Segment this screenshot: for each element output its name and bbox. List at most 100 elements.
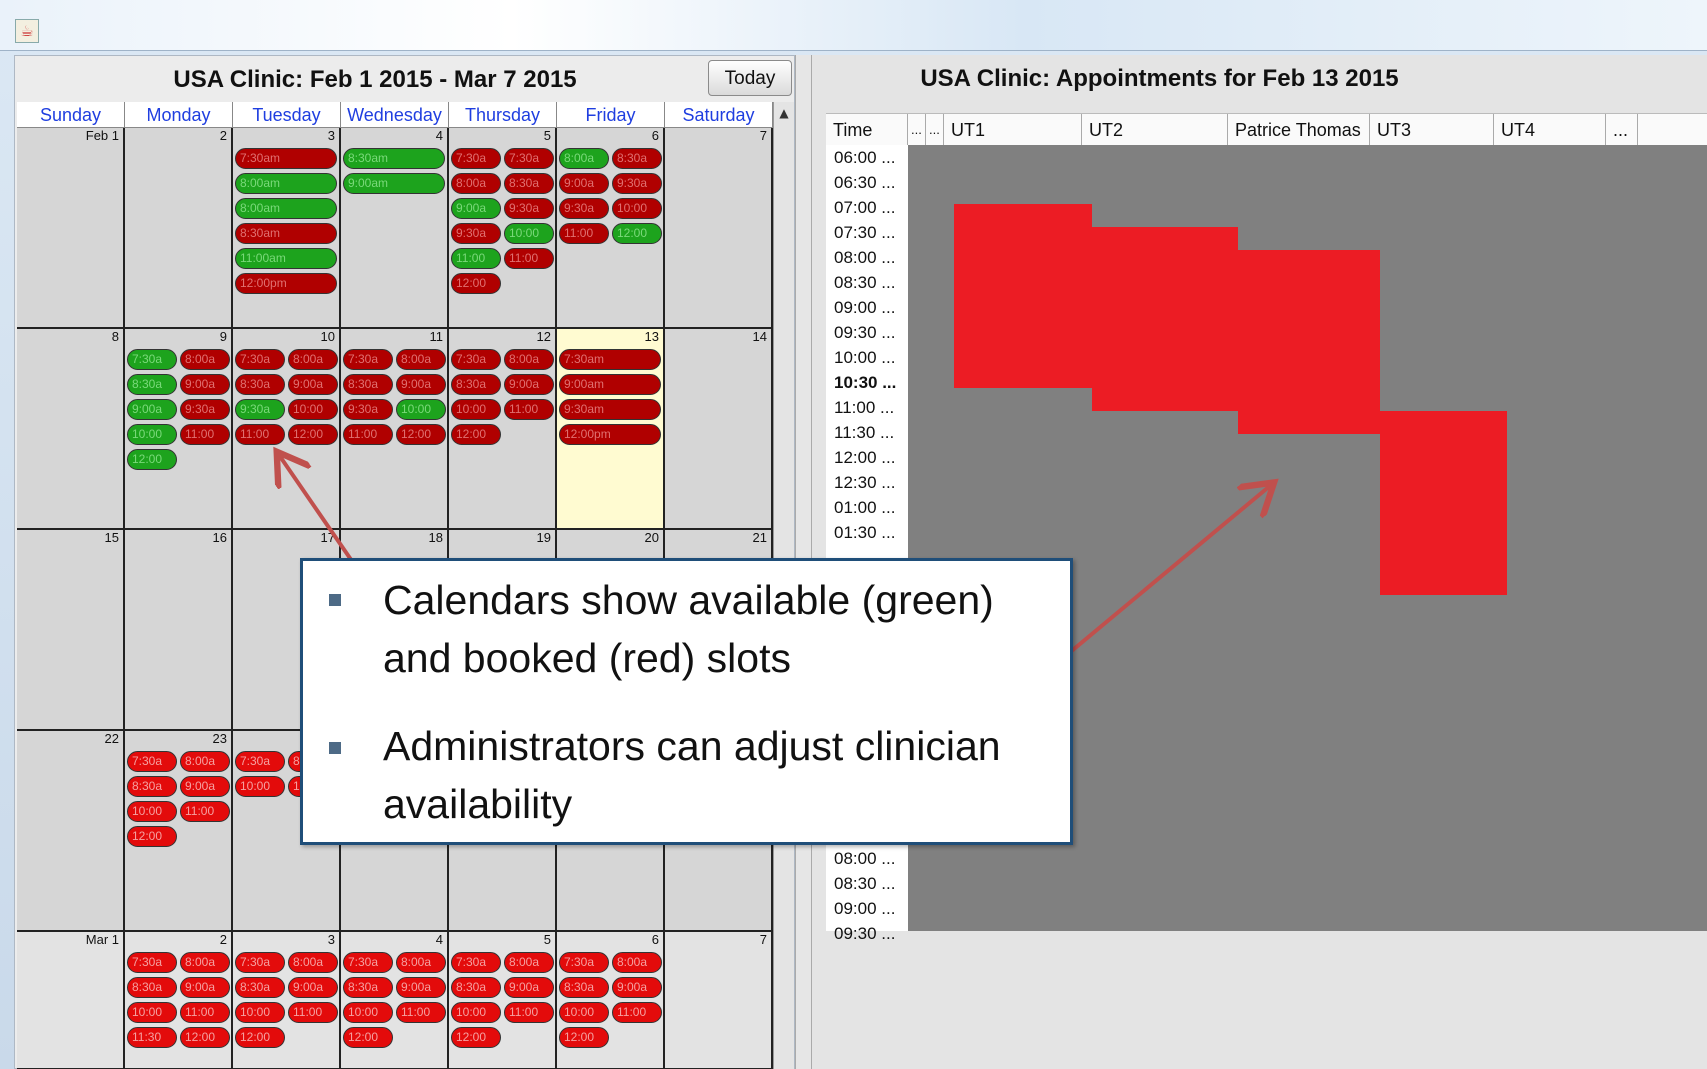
calendar-day-cell[interactable]: 3 7:30a 8:00a 8:30a 9:00a 10:00 11:00 12:00 [233, 932, 341, 1069]
calendar-day-cell[interactable]: 4 7:30a 8:00a 8:30a 9:00a 10:00 11:00 12:00 [341, 932, 449, 1069]
booked-slot[interactable]: 7:30a [235, 952, 285, 973]
booked-slot[interactable]: 7:30a [504, 148, 554, 169]
calendar-day-cell[interactable]: 8 [17, 329, 125, 530]
available-slot[interactable]: 11:00 [451, 248, 501, 269]
calendar-day-cell[interactable]: 2 7:30a 8:00a 8:30a 9:00a 10:00 11:00 11:30 12:0… [125, 932, 233, 1069]
booked-slot[interactable]: 8:30a [127, 776, 177, 797]
booked-slot[interactable]: 10:00 [343, 1002, 393, 1023]
column-header[interactable]: Time [826, 114, 908, 146]
available-slot[interactable]: 8:30a [127, 374, 177, 395]
booked-slot[interactable]: 9:00a [288, 374, 338, 395]
booked-slot[interactable]: 9:30am [559, 399, 661, 420]
booked-slot[interactable]: 8:30am [235, 223, 337, 244]
booked-slot[interactable]: 9:00a [288, 977, 338, 998]
calendar-day-cell[interactable]: 16 [125, 530, 233, 731]
booked-slot[interactable]: 8:00a [180, 751, 230, 772]
available-slot[interactable]: 11:00am [235, 248, 337, 269]
booked-slot[interactable]: 12:00 [451, 273, 501, 294]
calendar-day-cell[interactable]: 15 [17, 530, 125, 731]
calendar-day-cell[interactable]: 7 [665, 128, 773, 329]
booked-slot[interactable]: 7:30a [451, 148, 501, 169]
booked-slot[interactable]: 11:00 [180, 801, 230, 822]
booked-slot[interactable]: 9:00a [180, 776, 230, 797]
booked-slot[interactable]: 8:00a [612, 952, 662, 973]
calendar-day-cell[interactable]: 2 [125, 128, 233, 329]
available-slot[interactable]: 10:00 [127, 424, 177, 445]
available-slot[interactable]: 10:00 [396, 399, 446, 420]
calendar-day-cell[interactable]: 12 7:30a 8:00a 8:30a 9:00a 10:00 11:00 12:00 [449, 329, 557, 530]
booked-slot[interactable]: 12:00 [127, 826, 177, 847]
booked-slot[interactable]: 11:00 [559, 223, 609, 244]
booked-slot[interactable]: 11:00 [396, 1002, 446, 1023]
booked-slot[interactable]: 12:00 [559, 1027, 609, 1048]
booked-slot[interactable]: 9:00a [504, 977, 554, 998]
appointment-block[interactable] [1380, 411, 1507, 595]
java-app-icon[interactable]: ☕ [15, 19, 39, 43]
booked-slot[interactable]: 12:00 [396, 424, 446, 445]
calendar-day-cell[interactable]: 4 8:30am 9:00am [341, 128, 449, 329]
appointment-block[interactable] [1238, 250, 1380, 434]
booked-slot[interactable]: 8:00a [504, 349, 554, 370]
booked-slot[interactable]: 12:00pm [559, 424, 661, 445]
available-slot[interactable]: 9:30a [235, 399, 285, 420]
booked-slot[interactable]: 9:30a [612, 173, 662, 194]
booked-slot[interactable]: 11:00 [504, 399, 554, 420]
column-header[interactable]: Patrice Thomas [1228, 114, 1370, 146]
booked-slot[interactable]: 12:00 [235, 1027, 285, 1048]
booked-slot[interactable]: 10:00 [451, 399, 501, 420]
booked-slot[interactable]: 9:00a [180, 374, 230, 395]
booked-slot[interactable]: 8:30a [343, 977, 393, 998]
column-header[interactable]: UT3 [1370, 114, 1494, 146]
available-slot[interactable]: 8:30am [343, 148, 445, 169]
booked-slot[interactable]: 9:00a [396, 977, 446, 998]
booked-slot[interactable]: 8:00a [451, 173, 501, 194]
booked-slot[interactable]: 9:00a [559, 173, 609, 194]
booked-slot[interactable]: 10:00 [127, 1002, 177, 1023]
booked-slot[interactable]: 7:30a [451, 349, 501, 370]
booked-slot[interactable]: 10:00 [451, 1002, 501, 1023]
available-slot[interactable]: 12:00 [127, 449, 177, 470]
booked-slot[interactable]: 7:30a [235, 349, 285, 370]
column-header[interactable]: ... [926, 114, 944, 146]
calendar-day-cell[interactable]: Feb 1 [17, 128, 125, 329]
booked-slot[interactable]: 10:00 [235, 776, 285, 797]
booked-slot[interactable]: 8:00a [288, 952, 338, 973]
booked-slot[interactable]: 8:00a [504, 952, 554, 973]
calendar-day-cell[interactable]: 7 [665, 932, 773, 1069]
calendar-day-cell[interactable]: 6 7:30a 8:00a 8:30a 9:00a 10:00 11:00 12:00 [557, 932, 665, 1069]
booked-slot[interactable]: 9:00am [559, 374, 661, 395]
booked-slot[interactable]: 7:30a [343, 952, 393, 973]
today-button[interactable]: Today [708, 60, 792, 96]
booked-slot[interactable]: 8:30a [235, 374, 285, 395]
booked-slot[interactable]: 8:30a [235, 977, 285, 998]
booked-slot[interactable]: 9:00a [504, 374, 554, 395]
booked-slot[interactable]: 7:30a [451, 952, 501, 973]
calendar-day-cell[interactable]: 13 7:30am 9:00am 9:30am 12:00pm [557, 329, 665, 530]
booked-slot[interactable]: 10:00 [612, 198, 662, 219]
booked-slot[interactable]: 10:00 [127, 801, 177, 822]
column-header[interactable]: UT1 [944, 114, 1082, 146]
calendar-day-cell[interactable]: 5 7:30a 8:00a 8:30a 9:00a 10:00 11:00 12:00 [449, 932, 557, 1069]
calendar-day-cell[interactable]: 9 7:30a 8:00a 8:30a 9:00a 9:00a 9:30a 10:00 11:0… [125, 329, 233, 530]
calendar-day-cell[interactable]: 14 [665, 329, 773, 530]
calendar-day-cell[interactable]: 22 [17, 731, 125, 932]
booked-slot[interactable]: 8:30a [127, 977, 177, 998]
booked-slot[interactable]: 7:30a [559, 952, 609, 973]
column-header[interactable]: ... [1606, 114, 1638, 146]
booked-slot[interactable]: 12:00 [451, 424, 501, 445]
calendar-day-cell[interactable]: Mar 1 [17, 932, 125, 1069]
booked-slot[interactable]: 8:00a [288, 349, 338, 370]
booked-slot[interactable]: 11:00 [612, 1002, 662, 1023]
booked-slot[interactable]: 11:00 [235, 424, 285, 445]
calendar-day-cell[interactable]: 23 7:30a 8:00a 8:30a 9:00a 10:00 11:00 12:00 [125, 731, 233, 932]
booked-slot[interactable]: 8:00a [396, 952, 446, 973]
calendar-day-cell[interactable]: 10 7:30a 8:00a 8:30a 9:00a 9:30a 10:00 11:00 12:… [233, 329, 341, 530]
column-header[interactable]: UT2 [1082, 114, 1228, 146]
calendar-day-cell[interactable]: 3 7:30am 8:00am 8:00am 8:30am 11:00am 12:00pm [233, 128, 341, 329]
booked-slot[interactable]: 8:00a [180, 952, 230, 973]
available-slot[interactable]: 9:00am [343, 173, 445, 194]
scroll-up-arrow-icon[interactable]: ▲ [774, 102, 794, 124]
booked-slot[interactable]: 11:30 [127, 1027, 177, 1048]
booked-slot[interactable]: 9:00a [180, 977, 230, 998]
calendar-day-cell[interactable]: 6 8:00a 8:30a 9:00a 9:30a 9:30a 10:00 11:00 12:0… [557, 128, 665, 329]
